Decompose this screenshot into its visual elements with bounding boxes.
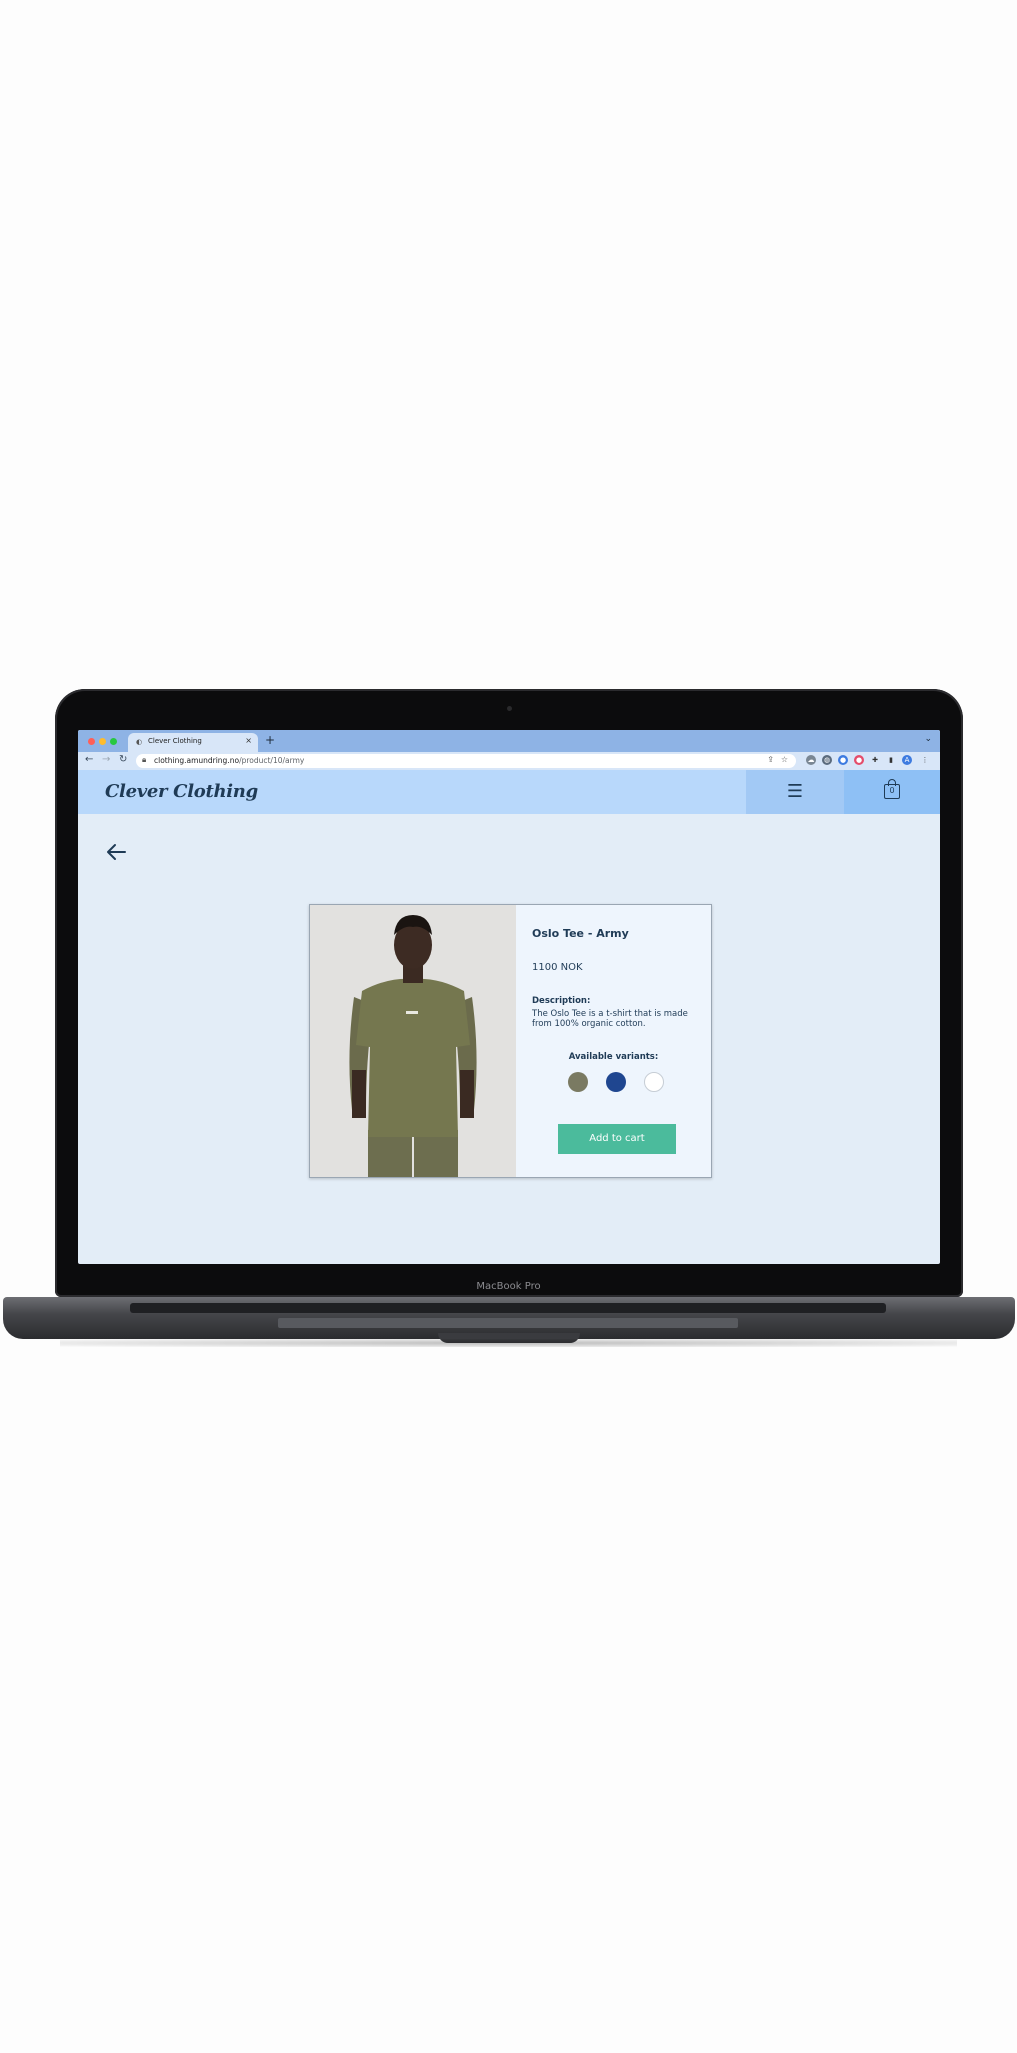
product-description: The Oslo Tee is a t-shirt that is made f… [532, 1009, 688, 1029]
url-path: /product/10/army [239, 756, 305, 765]
description-label: Description: [532, 996, 591, 1006]
close-tab-icon[interactable]: × [245, 736, 252, 745]
laptop-shadow [60, 1339, 957, 1347]
hamburger-menu-button[interactable]: ☰ [746, 770, 844, 814]
model-wearing-tee-image [310, 905, 516, 1177]
browser-tab[interactable]: ◐ Clever Clothing × [128, 733, 258, 752]
lock-icon: 🔒︎ [142, 755, 147, 764]
url-text: clothing.amundring.no/product/10/army [154, 756, 304, 765]
keyboard-edge [130, 1303, 886, 1313]
product-image [310, 905, 516, 1177]
product-title: Oslo Tee - Army [532, 927, 629, 940]
trackpad-edge [278, 1318, 738, 1328]
forward-nav-icon[interactable]: → [102, 754, 110, 765]
cart-button[interactable]: 0 [844, 770, 940, 814]
site-header: Clever Clothing ☰ 0 [78, 770, 940, 814]
tab-title: Clever Clothing [148, 737, 202, 745]
browser-tab-strip: ◐ Clever Clothing × + ⌄ [78, 730, 940, 752]
new-tab-icon[interactable]: + [265, 733, 275, 747]
back-arrow-button[interactable] [105, 843, 127, 866]
share-icon[interactable]: ⇪ [767, 755, 774, 764]
add-to-cart-button[interactable]: Add to cart [558, 1124, 676, 1154]
maximize-window-button[interactable] [110, 738, 117, 745]
side-panel-icon[interactable]: ▮ [886, 755, 896, 765]
close-window-button[interactable] [88, 738, 95, 745]
browser-toolbar: ← → ↻ 🔒︎ clothing.amundring.no/product/1… [78, 752, 940, 770]
tab-search-icon[interactable]: ⌄ [924, 734, 932, 744]
device-label: MacBook Pro [476, 1281, 541, 1292]
hamburger-icon: ☰ [786, 781, 804, 802]
profile-avatar-icon[interactable]: A [902, 755, 912, 765]
site-logo[interactable]: Clever Clothing [105, 781, 258, 802]
variant-swatch-white[interactable] [644, 1072, 664, 1092]
favicon-icon: ◐ [136, 738, 143, 746]
bookmark-star-icon[interactable]: ☆ [781, 755, 788, 764]
extension-globe-icon[interactable]: ◍ [822, 755, 832, 765]
extension-cloud-icon[interactable]: ☁ [806, 755, 816, 765]
variants-label: Available variants: [568, 1052, 659, 1062]
product-card: Oslo Tee - Army 1100 NOK Description: Th… [309, 904, 712, 1178]
arrow-left-icon [107, 844, 126, 860]
variant-swatch-army[interactable] [568, 1072, 588, 1092]
variant-swatch-navy[interactable] [606, 1072, 626, 1092]
browser-menu-icon[interactable]: ⋮ [920, 755, 930, 765]
back-nav-icon[interactable]: ← [85, 754, 93, 765]
url-host: clothing.amundring.no [154, 756, 240, 765]
cart-count: 0 [889, 786, 895, 795]
extension-blue-icon[interactable]: ● [838, 755, 848, 765]
extension-red-icon[interactable]: ● [854, 755, 864, 765]
screen: ◐ Clever Clothing × + ⌄ ← → ↻ 🔒︎ clothin… [78, 730, 940, 1264]
reload-icon[interactable]: ↻ [119, 754, 127, 765]
product-price: 1100 NOK [532, 962, 583, 973]
camera [507, 706, 512, 711]
address-bar[interactable]: 🔒︎ clothing.amundring.no/product/10/army… [136, 754, 796, 768]
extensions-puzzle-icon[interactable]: ✚ [870, 755, 880, 765]
product-info: Oslo Tee - Army 1100 NOK Description: Th… [516, 905, 711, 1177]
minimize-window-button[interactable] [99, 738, 106, 745]
